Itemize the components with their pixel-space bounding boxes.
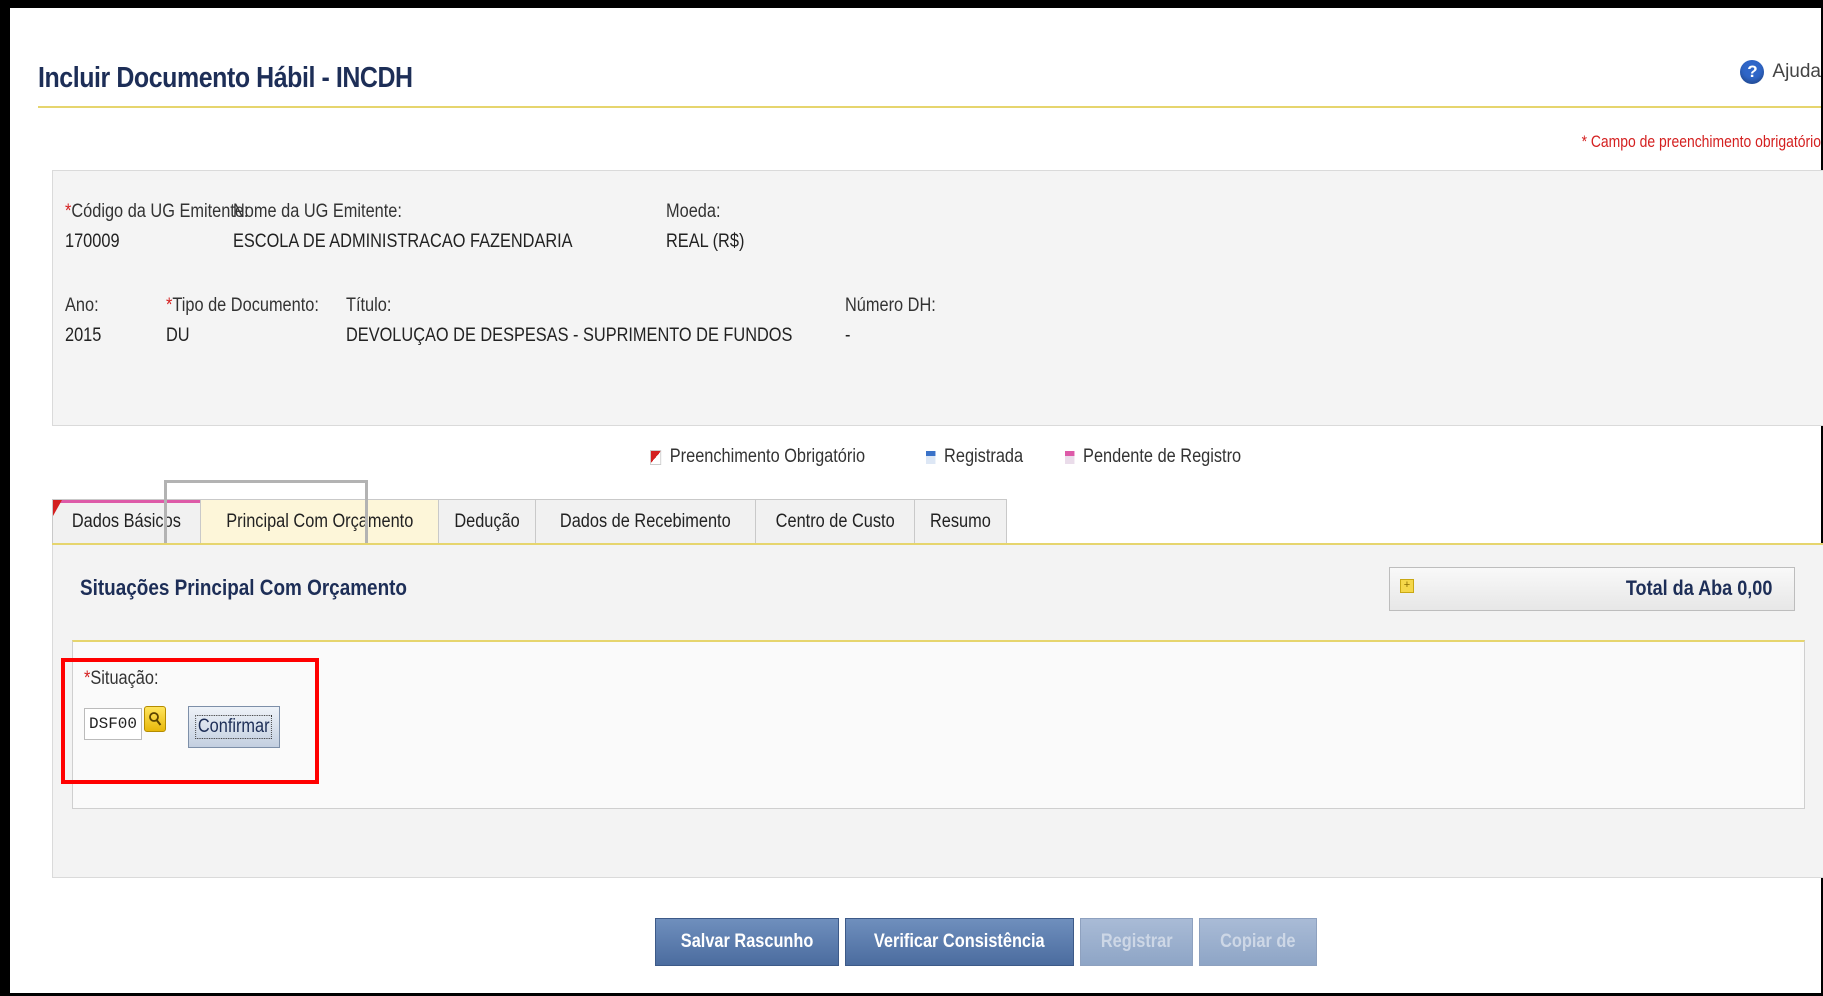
legend-pending: Pendente de Registro	[1064, 446, 1242, 468]
help-icon[interactable]: ?	[1740, 60, 1765, 84]
required-flag-icon	[53, 500, 62, 516]
situacao-panel: *Situação: Confirmar	[72, 640, 1805, 809]
tab-label: Centro de Custo	[775, 511, 895, 532]
field-dh-number: Número DH: -	[845, 295, 936, 347]
field-doc-title: Título: DEVOLUÇAO DE DESPESAS - SUPRIMEN…	[346, 295, 792, 347]
tab-resumo[interactable]: Resumo	[914, 499, 1008, 544]
situacao-highlight	[61, 658, 319, 784]
tab-dados-de-recebimento[interactable]: Dados de Recebimento	[535, 499, 756, 544]
dh-number-value: -	[845, 325, 851, 346]
field-ug-code: *Código da UG Emitente: 170009	[65, 201, 249, 252]
ug-name-label: Nome da UG Emitente:	[233, 201, 402, 222]
status-legend: Preenchimento Obrigatório Registrada Pen…	[650, 446, 1270, 468]
document-header-panel: *Código da UG Emitente: 170009 Nome da U…	[52, 170, 1823, 426]
year-value: 2015	[65, 325, 102, 346]
legend-required: Preenchimento Obrigatório	[650, 446, 865, 468]
ug-code-label: Código da UG Emitente:	[71, 201, 249, 222]
copy-from-button[interactable]: Copiar de	[1199, 918, 1317, 966]
save-draft-button[interactable]: Salvar Rascunho	[655, 918, 840, 966]
field-currency: Moeda: REAL (R$)	[666, 201, 744, 253]
ug-code-value: 170009	[65, 231, 120, 252]
register-button[interactable]: Registrar	[1079, 918, 1194, 966]
pending-flag-icon	[1064, 450, 1075, 464]
tab-deducao[interactable]: Dedução	[438, 499, 537, 544]
help-label[interactable]: Ajuda	[1772, 61, 1821, 83]
page-title: Incluir Documento Hábil - INCDH	[38, 62, 413, 94]
legend-pending-label: Pendente de Registro	[1083, 446, 1242, 467]
required-flag-icon	[650, 449, 662, 465]
tab-label: Dedução	[454, 511, 521, 532]
check-consistency-button[interactable]: Verificar Consistência	[845, 918, 1074, 966]
expand-icon[interactable]: +	[1400, 579, 1414, 593]
action-bar: Salvar Rascunho Verificar Consistência R…	[655, 918, 1317, 966]
active-tab-highlight	[164, 480, 368, 550]
title-divider	[38, 106, 1821, 108]
tab-label: Dados de Recebimento	[560, 511, 732, 532]
tab-centro-de-custo[interactable]: Centro de Custo	[754, 499, 916, 544]
help-link[interactable]: ? Ajuda	[1740, 60, 1821, 84]
tab-total-label: Total da Aba 0,00	[1625, 577, 1772, 600]
field-ug-name: Nome da UG Emitente: ESCOLA DE ADMINISTR…	[233, 201, 573, 253]
required-note: * Campo de preenchimento obrigatório	[1581, 132, 1821, 151]
year-label: Ano:	[65, 295, 99, 316]
doc-title-label: Título:	[346, 295, 392, 316]
tab-total-box[interactable]: + Total da Aba 0,00	[1389, 567, 1795, 611]
ug-name-value: ESCOLA DE ADMINISTRACAO FAZENDARIA	[233, 231, 573, 252]
doc-title-value: DEVOLUÇAO DE DESPESAS - SUPRIMENTO DE FU…	[346, 325, 793, 346]
tab-label: Resumo	[930, 511, 992, 532]
section-title: Situações Principal Com Orçamento	[80, 575, 408, 600]
registered-flag-icon	[926, 450, 936, 464]
field-year: Ano: 2015	[65, 295, 101, 347]
field-doc-type: *Tipo de Documento: DU	[166, 295, 319, 346]
currency-value: REAL (R$)	[666, 231, 745, 252]
dh-number-label: Número DH:	[845, 295, 936, 316]
legend-registered: Registrada	[926, 446, 1023, 468]
legend-registered-label: Registrada	[944, 446, 1024, 467]
currency-label: Moeda:	[666, 201, 721, 222]
doc-type-value: DU	[166, 325, 190, 346]
legend-required-label: Preenchimento Obrigatório	[669, 446, 866, 467]
doc-type-label: Tipo de Documento:	[172, 295, 319, 316]
